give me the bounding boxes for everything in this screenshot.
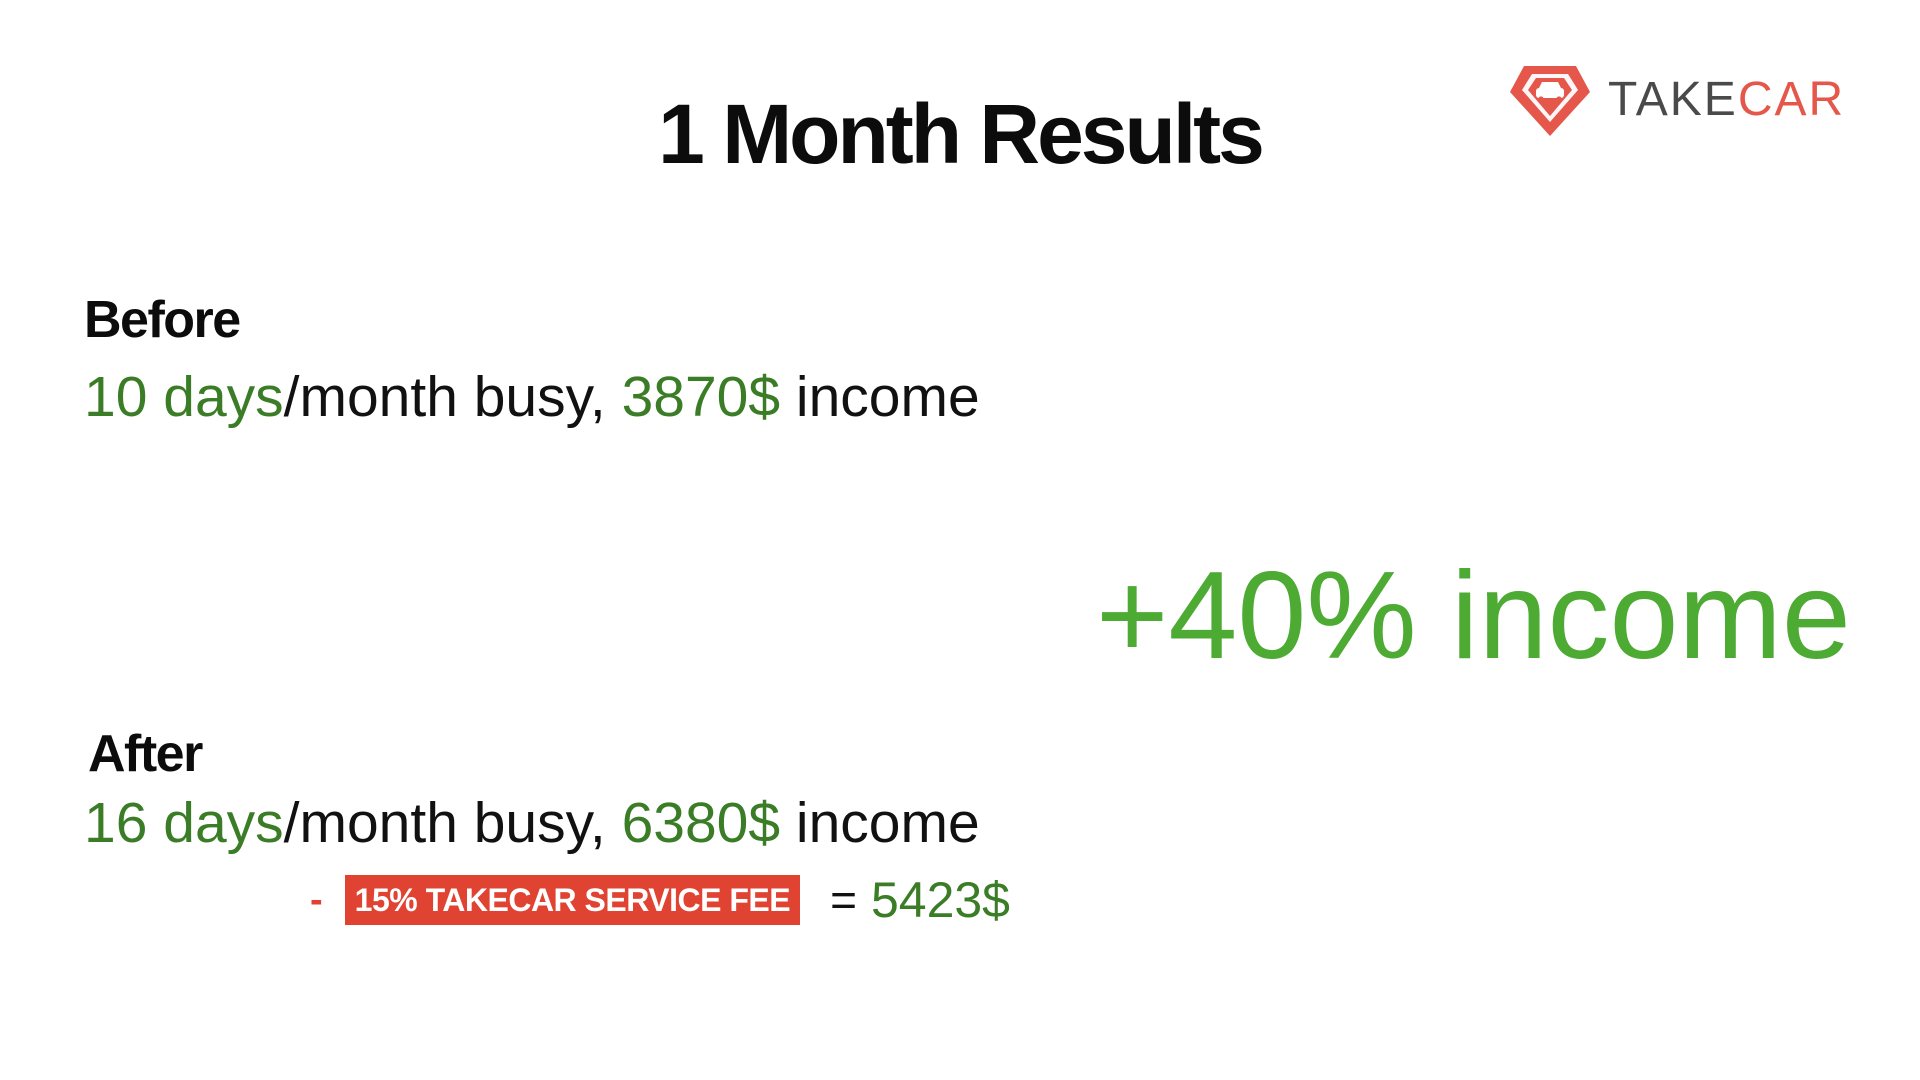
before-days: 10 days bbox=[84, 365, 284, 429]
before-income-value: 3870$ bbox=[621, 365, 781, 429]
net-income-value: 5423$ bbox=[870, 872, 1010, 928]
logo-text-car: CAR bbox=[1737, 73, 1846, 126]
income-increase-highlight: +40% income bbox=[1096, 547, 1851, 685]
after-middle-text: /month busy, bbox=[283, 791, 622, 855]
before-middle-text: /month busy, bbox=[283, 365, 622, 429]
fee-equals-sign: = bbox=[830, 874, 857, 926]
after-income-value: 6380$ bbox=[621, 791, 781, 855]
fee-calculation: - 15% TAKECAR SERVICE FEE = 5423$ bbox=[310, 874, 1010, 926]
after-result-line: 16 days/month busy, 6380$ income bbox=[84, 792, 980, 855]
logo-text-take: TAKE bbox=[1608, 73, 1738, 126]
before-result-line: 10 days/month busy, 3870$ income bbox=[84, 366, 980, 429]
before-income-suffix: income bbox=[780, 365, 980, 429]
fee-minus-sign: - bbox=[310, 879, 323, 921]
before-label: Before bbox=[84, 291, 241, 349]
after-label: After bbox=[88, 725, 203, 783]
after-income-suffix: income bbox=[780, 791, 980, 855]
slide: 1 Month Results TAKECAR Before 10 days/m… bbox=[0, 0, 1920, 1080]
logo-wordmark: TAKECAR bbox=[1608, 76, 1845, 124]
takecar-logo: TAKECAR bbox=[1508, 60, 1845, 140]
after-days: 16 days bbox=[84, 791, 284, 855]
service-fee-badge: 15% TAKECAR SERVICE FEE bbox=[344, 874, 801, 926]
takecar-car-diamond-icon bbox=[1510, 66, 1590, 136]
